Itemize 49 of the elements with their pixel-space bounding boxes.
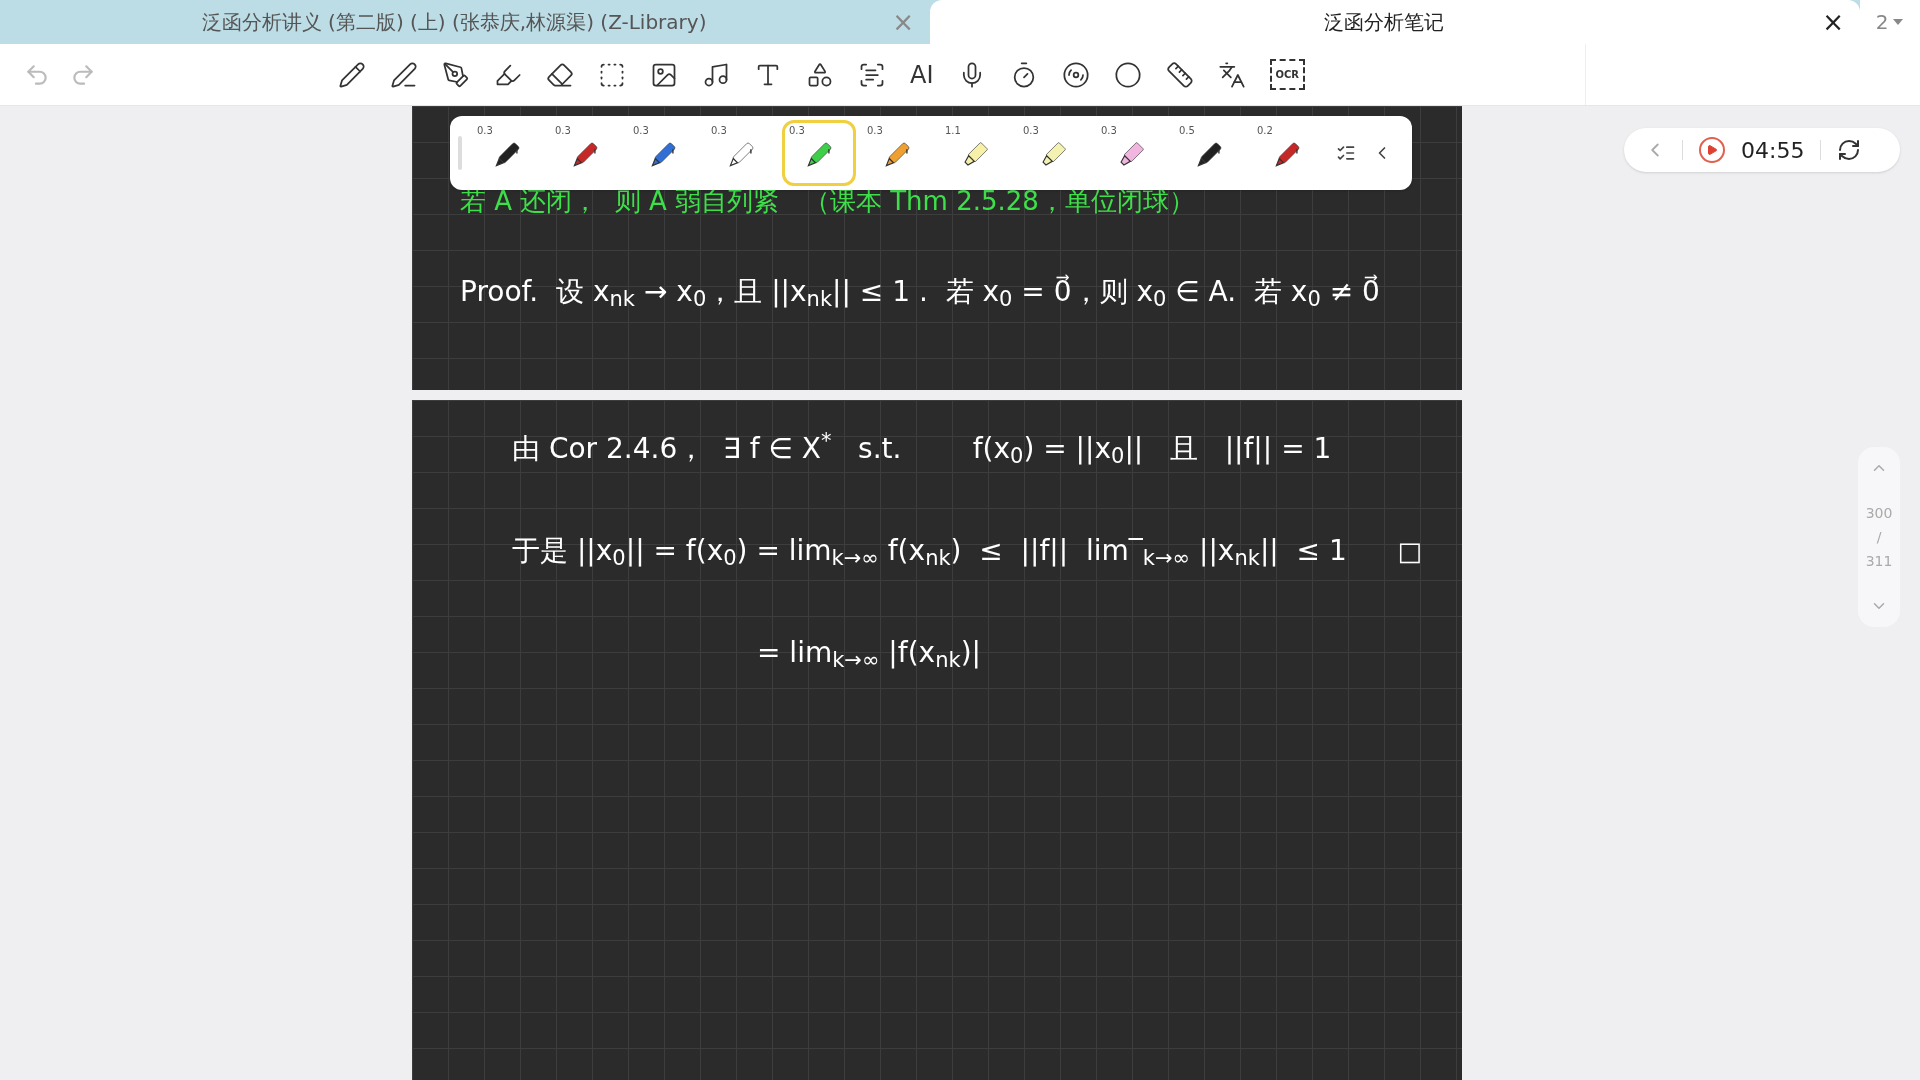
page-separator: /: [1876, 528, 1882, 547]
handwritten-line: 于是 ||x$_{0}$|| = f(x$_{0}$) = lim$_{k→∞}$ f(x$_{nk}$) ≤ ||f|| lim‾$_{k→∞}$ ||x$_{nk}$|| ≤ 1: [512, 533, 1347, 572]
pen-preset[interactable]: 0.3: [1016, 120, 1090, 186]
pen-preset[interactable]: 0.3: [860, 120, 934, 186]
pen-preset[interactable]: 0.3: [470, 120, 544, 186]
pen-width: 0.3: [789, 124, 805, 138]
pen-icon[interactable]: [390, 60, 418, 89]
pen-width: 0.3: [477, 124, 493, 138]
pen-width: 0.3: [1023, 124, 1039, 138]
pen-preset[interactable]: 0.3: [782, 120, 856, 186]
play-button[interactable]: [1699, 137, 1725, 163]
pen-preset[interactable]: 0.2: [1250, 120, 1324, 186]
circle-icon[interactable]: [1113, 60, 1142, 89]
pen-width: 0.3: [555, 124, 571, 138]
tab[interactable]: 泛函分析笔记 ×: [930, 0, 1860, 44]
shapes-icon[interactable]: [806, 60, 834, 89]
pen-width: 0.5: [1179, 124, 1195, 138]
fountain-pen-icon[interactable]: [442, 60, 470, 89]
pen-preset[interactable]: 1.1: [938, 120, 1012, 186]
pen-preset[interactable]: 0.3: [704, 120, 778, 186]
caret-icon[interactable]: [1892, 18, 1905, 26]
end-of-proof-mark: □: [1397, 534, 1422, 568]
recording-time: 04:55: [1741, 136, 1805, 165]
list-icon[interactable]: [1336, 143, 1356, 163]
pen-width: 0.3: [633, 124, 649, 138]
total-page-count: 311: [1865, 552, 1893, 571]
handwritten-line: 由 Cor 2.4.6， ∃ f ∈ X$^{*}$ s.t. f(x$_{0}$) = ||x$_{0}$|| 且 ||f|| = 1: [512, 428, 1332, 470]
pen-preset[interactable]: 0.5: [1172, 120, 1246, 186]
close-button[interactable]: ×: [1822, 2, 1844, 42]
handwritten-line: Proof. 设 x$_{nk}$ → x$_{0}$，且 ||x$_{nk}$|| ≤ 1 . 若 x$_{0}$ = 0⃗，则 x$_{0}$ ∈ A. 若 x$_{0}$ ≠ 0⃗: [460, 274, 1380, 313]
pen-preset[interactable]: 0.3: [1094, 120, 1168, 186]
ai-tool[interactable]: AI: [910, 56, 934, 93]
pen-width: 0.3: [1101, 124, 1117, 138]
ocr-button[interactable]: OCR: [1269, 59, 1306, 90]
pen-width: 0.2: [1257, 124, 1273, 138]
pen-width: 0.3: [711, 124, 727, 138]
handwritten-line: 若 A 还闭， 则 A 弱自列紧 （课本 Thm 2.5.28，单位闭球）: [460, 185, 1195, 218]
translate-icon[interactable]: [1217, 60, 1246, 89]
pen-width: 0.3: [867, 124, 883, 138]
handwritten-line: = lim$_{k→∞}$ |f(x$_{nk}$)|: [757, 635, 981, 674]
current-page-number: 300: [1865, 504, 1893, 523]
disc-icon[interactable]: [1061, 60, 1090, 89]
pencil-icon[interactable]: [338, 60, 366, 89]
play-icon: [1706, 144, 1718, 156]
pen-width: 1.1: [945, 124, 961, 138]
pen-preset[interactable]: 0.3: [548, 120, 622, 186]
ruler-icon[interactable]: [1165, 60, 1194, 89]
pen-preset[interactable]: 0.3: [626, 120, 700, 186]
tab-count[interactable]: 2: [1875, 7, 1889, 37]
